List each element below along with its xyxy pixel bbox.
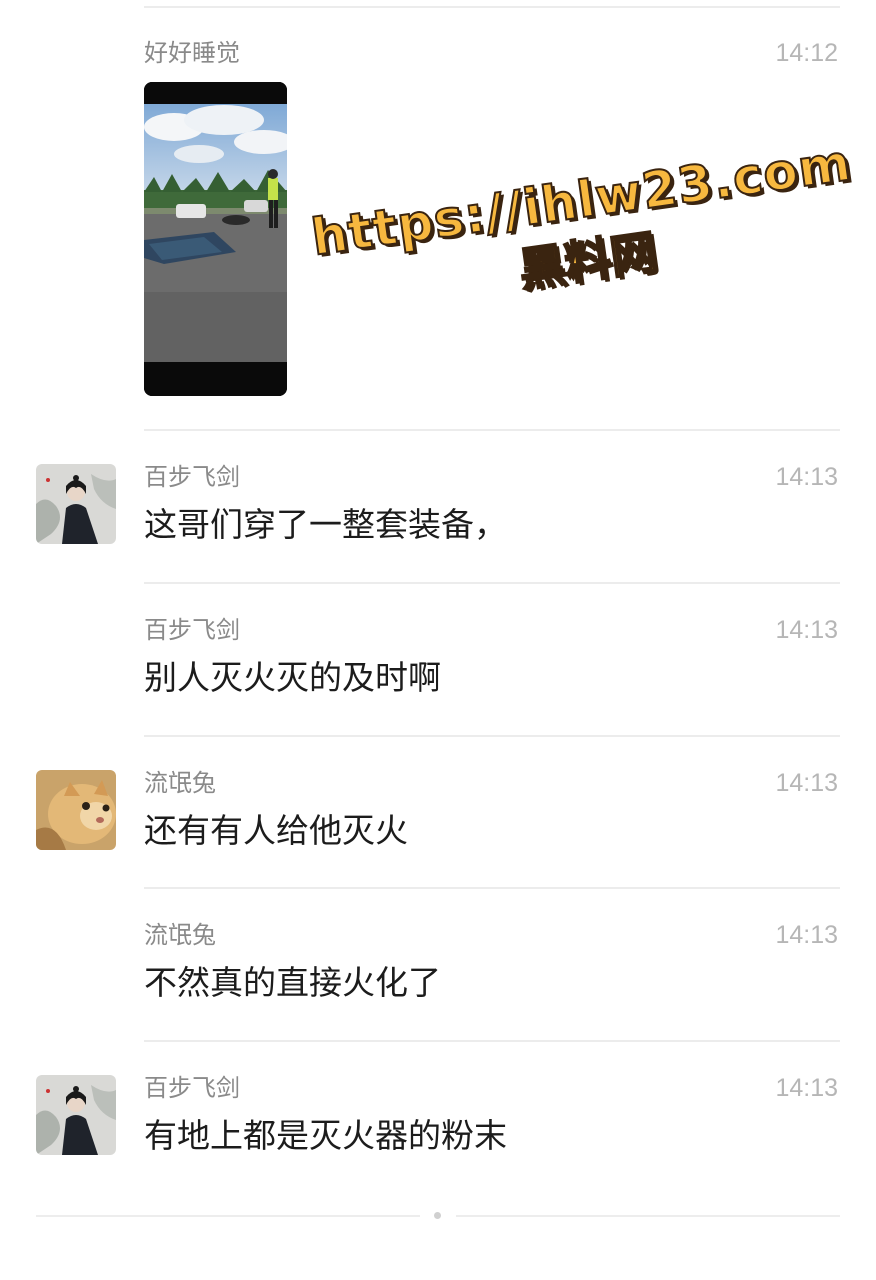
message-text: 别人灭火灭的及时啊 bbox=[144, 658, 441, 697]
message-divider bbox=[144, 582, 840, 584]
sender-name: 百步飞剑 bbox=[144, 1074, 240, 1102]
watermark-name: 黑料网 bbox=[515, 224, 661, 299]
swordsman-avatar[interactable] bbox=[36, 464, 116, 544]
list-end-dot bbox=[434, 1212, 441, 1219]
message-text: 还有有人给他灭火 bbox=[144, 811, 408, 850]
sender-name: 百步飞剑 bbox=[144, 616, 240, 644]
list-end-divider-left bbox=[36, 1215, 420, 1217]
sender-name: 流氓兔 bbox=[144, 921, 216, 949]
list-end-divider-right bbox=[456, 1215, 840, 1217]
video-thumbnail[interactable] bbox=[144, 82, 287, 396]
site-watermark: https://ihlw23.com 黑料网 bbox=[307, 131, 864, 365]
sender-name: 百步飞剑 bbox=[144, 463, 240, 491]
message-time: 14:13 bbox=[775, 616, 838, 644]
sender-name: 流氓兔 bbox=[144, 769, 216, 797]
message-time: 14:13 bbox=[775, 921, 838, 949]
swordsman-avatar[interactable] bbox=[36, 1075, 116, 1155]
message-text: 不然真的直接火化了 bbox=[144, 963, 441, 1002]
message-divider bbox=[144, 735, 840, 737]
sender-name: 好好睡觉 bbox=[144, 39, 240, 67]
message-divider bbox=[144, 1040, 840, 1042]
watermark-url: https://ihlw23.com bbox=[307, 133, 856, 268]
message-text: 这哥们穿了一整套装备， bbox=[144, 505, 507, 544]
top-divider bbox=[144, 6, 840, 8]
message-time: 14:13 bbox=[775, 463, 838, 491]
message-text: 有地上都是灭火器的粉末 bbox=[144, 1116, 507, 1155]
cat-avatar[interactable] bbox=[36, 770, 116, 850]
message-divider bbox=[144, 887, 840, 889]
message-time: 14:13 bbox=[775, 769, 838, 797]
message-time: 14:13 bbox=[775, 1074, 838, 1102]
message-divider bbox=[144, 429, 840, 431]
message-time: 14:12 bbox=[775, 39, 838, 67]
